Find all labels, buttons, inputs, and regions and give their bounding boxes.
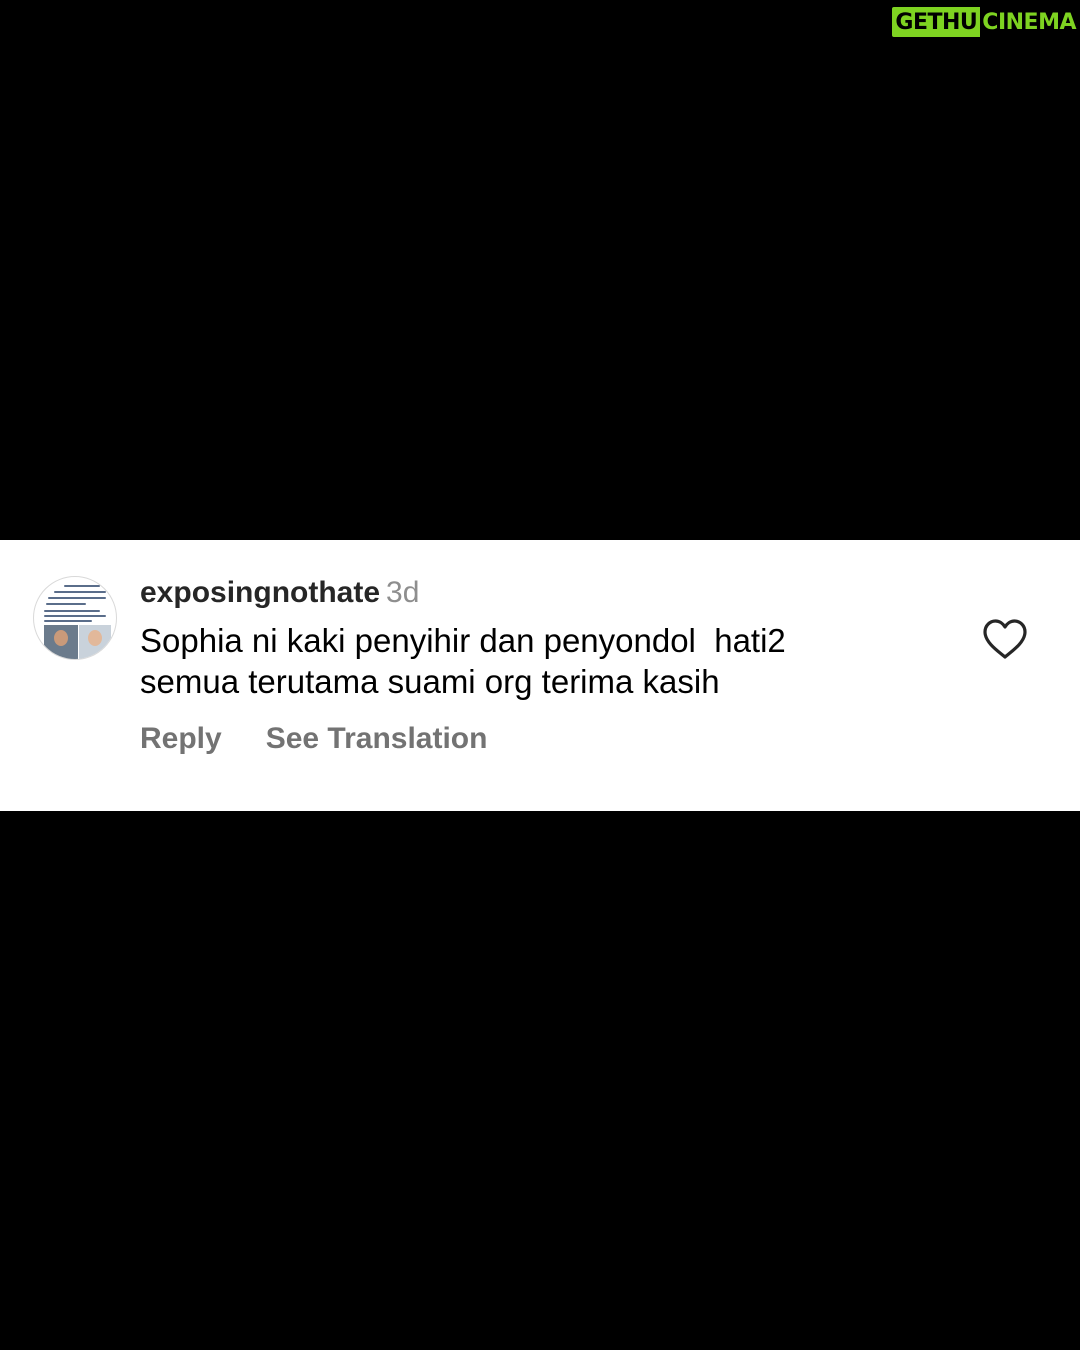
avatar[interactable] [33,576,117,660]
watermark-part2: CINEMA [982,9,1076,35]
comment-card: exposingnothate 3d Sophia ni kaki penyihi… [0,540,1080,811]
comment-text: Sophia ni kaki penyihir dan penyondol ha… [140,622,786,700]
username-link[interactable]: exposingnothate [140,576,380,609]
comment-actions: Reply See Translation [140,720,487,758]
comment-header: exposingnothate 3d [140,574,419,612]
gethucinema-logo: GETHU CINEMA [892,7,1076,37]
watermark-part1: GETHU [892,7,981,37]
avatar-photo-left [44,625,78,659]
post-image: GETHU CINEMA exposingnothate 3d Sophia ni… [0,0,1080,1350]
comment-timestamp: 3d [386,576,420,609]
heart-icon[interactable] [981,618,1029,660]
avatar-photo-right [79,625,111,659]
see-translation-button[interactable]: See Translation [266,720,488,758]
reply-button[interactable]: Reply [140,720,222,758]
